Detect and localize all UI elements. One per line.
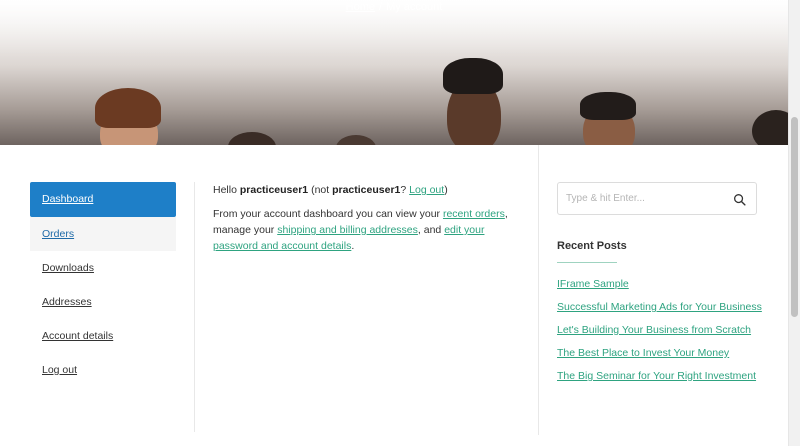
list-item: The Best Place to Invest Your Money xyxy=(557,345,762,362)
dashboard-content: Hello practiceuser1 (not practiceuser1? … xyxy=(213,182,518,262)
nav-item-account-details[interactable]: Account details xyxy=(30,319,176,353)
scrollbar-thumb[interactable] xyxy=(791,117,798,317)
greeting-not-text: (not xyxy=(311,184,330,196)
description-text: , and xyxy=(417,224,442,236)
breadcrumb-separator: / xyxy=(379,1,383,13)
nav-item-downloads[interactable]: Downloads xyxy=(30,251,176,285)
nav-item-addresses[interactable]: Addresses xyxy=(30,285,176,319)
recent-posts-underline xyxy=(557,262,617,263)
page-scrollbar[interactable] xyxy=(788,0,800,446)
breadcrumb-current: My account xyxy=(386,1,443,13)
search-box xyxy=(557,182,757,215)
banner-overlay xyxy=(0,0,788,145)
list-item: The Big Seminar for Your Right Investmen… xyxy=(557,368,762,385)
recent-post-link[interactable]: The Best Place to Invest Your Money xyxy=(557,347,729,359)
list-item: Let's Building Your Business from Scratc… xyxy=(557,322,762,339)
logout-link[interactable]: Log out xyxy=(409,184,444,196)
recent-posts-title: Recent Posts xyxy=(557,240,627,252)
content-divider xyxy=(194,182,195,432)
greeting: Hello practiceuser1 (not practiceuser1? … xyxy=(213,182,518,198)
sidebar-divider xyxy=(538,145,539,435)
recent-post-link[interactable]: Successful Marketing Ads for Your Busine… xyxy=(557,301,762,313)
recent-post-link[interactable]: IFrame Sample xyxy=(557,278,629,290)
recent-orders-link[interactable]: recent orders xyxy=(443,208,505,220)
greeting-text: Hello xyxy=(213,184,237,196)
description-text: From your account dashboard you can view… xyxy=(213,208,441,220)
username: practiceuser1 xyxy=(239,184,309,196)
account-navigation: Dashboard Orders Downloads Addresses Acc… xyxy=(30,182,176,387)
description-text: . xyxy=(351,240,355,252)
nav-item-logout[interactable]: Log out xyxy=(30,353,176,387)
list-item: Successful Marketing Ads for Your Busine… xyxy=(557,299,762,316)
search-input[interactable] xyxy=(558,183,718,214)
breadcrumb: Home / My account xyxy=(0,0,788,14)
recent-post-link[interactable]: The Big Seminar for Your Right Investmen… xyxy=(557,370,756,382)
greeting-question: ? xyxy=(400,184,407,196)
list-item: IFrame Sample xyxy=(557,276,762,293)
breadcrumb-home-link[interactable]: Home xyxy=(346,1,375,13)
dashboard-description: From your account dashboard you can view… xyxy=(213,206,518,254)
search-icon[interactable] xyxy=(733,193,746,206)
username-repeat: practiceuser1 xyxy=(332,184,401,196)
recent-post-link[interactable]: Let's Building Your Business from Scratc… xyxy=(557,324,751,336)
recent-posts-list: IFrame Sample Successful Marketing Ads f… xyxy=(557,276,762,391)
hero-banner: Home / My account xyxy=(0,0,788,145)
nav-item-orders[interactable]: Orders xyxy=(30,217,176,251)
addresses-link[interactable]: shipping and billing addresses xyxy=(277,224,418,236)
nav-item-dashboard[interactable]: Dashboard xyxy=(30,182,176,217)
greeting-close: ) xyxy=(444,184,448,196)
